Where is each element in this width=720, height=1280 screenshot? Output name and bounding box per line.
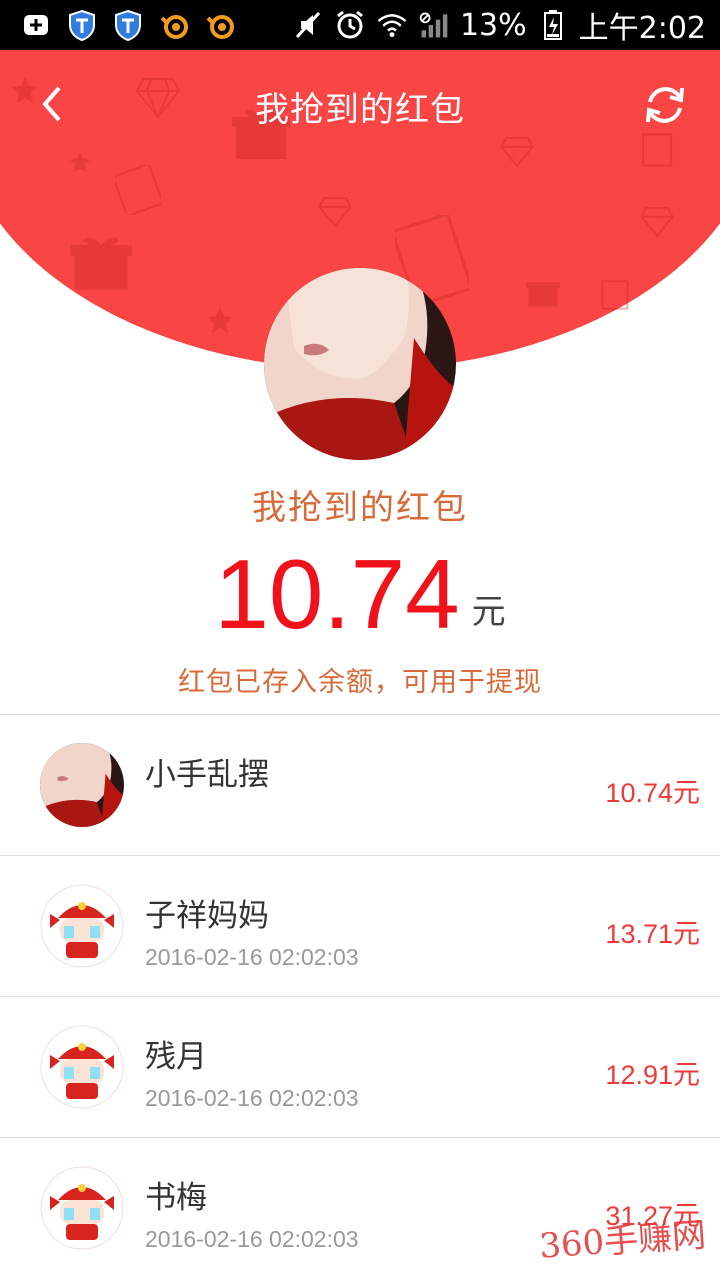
refresh-button[interactable] [638, 78, 692, 132]
refresh-icon [646, 87, 684, 123]
sender-name: 书梅 [145, 1180, 207, 1216]
shield-icon [112, 9, 144, 41]
summary-title: 我抢到的红包 [252, 488, 468, 528]
gift-icon [70, 237, 132, 290]
cartoon-avatar-icon [40, 1166, 124, 1250]
star-icon [69, 151, 91, 173]
sender-name: 子祥妈妈 [145, 898, 269, 934]
packet-amount: 12.91元 [605, 1060, 700, 1090]
mute-icon [292, 9, 324, 41]
battery-icon [537, 9, 569, 41]
total-amount: 10.74 [214, 539, 460, 649]
cartoon-avatar-icon [40, 884, 124, 968]
sender-name: 残月 [145, 1039, 207, 1075]
packet-amount: 13.71元 [605, 919, 700, 949]
timestamp: 2016-02-16 02:02:03 [145, 1085, 359, 1111]
squirrel-icon [204, 9, 236, 41]
add-box-icon [20, 9, 52, 41]
list-item[interactable]: 残月 2016-02-16 02:02:03 12.91元 [0, 996, 720, 1137]
list-item[interactable]: 子祥妈妈 2016-02-16 02:02:03 13.71元 [0, 855, 720, 996]
star-icon [207, 307, 233, 333]
envelope-icon [601, 280, 629, 310]
envelope-icon [115, 165, 161, 215]
alarm-icon [334, 9, 366, 41]
shield-icon [66, 9, 98, 41]
avatar [40, 743, 124, 827]
squirrel-icon [158, 9, 190, 41]
sender-name: 小手乱摆 [145, 757, 269, 793]
packet-amount: 10.74元 [605, 778, 700, 808]
diamond-icon [318, 196, 352, 228]
amount-unit: 元 [471, 592, 506, 632]
envelope-icon [641, 133, 673, 167]
battery-percent: 13% [459, 7, 527, 43]
timestamp: 2016-02-16 02:02:03 [145, 944, 359, 970]
wifi-icon [376, 9, 408, 41]
summary-note: 红包已存入余额，可用于提现 [178, 667, 542, 698]
status-bar: 13% 上午2:02 [0, 0, 720, 50]
diamond-icon [500, 136, 534, 168]
user-avatar [264, 268, 456, 460]
amount-display: 10.74 元 [0, 545, 720, 643]
diamond-icon [640, 206, 674, 238]
redpacket-list: 小手乱摆 10.74元 子祥妈妈 2016-02-16 02:02:03 13.… [0, 714, 720, 1278]
page-title: 我抢到的红包 [255, 90, 465, 130]
timestamp: 2016-02-16 02:02:03 [145, 1226, 359, 1252]
signal-icon [418, 9, 450, 41]
status-time: 上午2:02 [578, 11, 706, 46]
list-item[interactable]: 小手乱摆 10.74元 [0, 714, 720, 855]
cartoon-avatar-icon [40, 1025, 124, 1109]
gift-icon [526, 282, 560, 307]
